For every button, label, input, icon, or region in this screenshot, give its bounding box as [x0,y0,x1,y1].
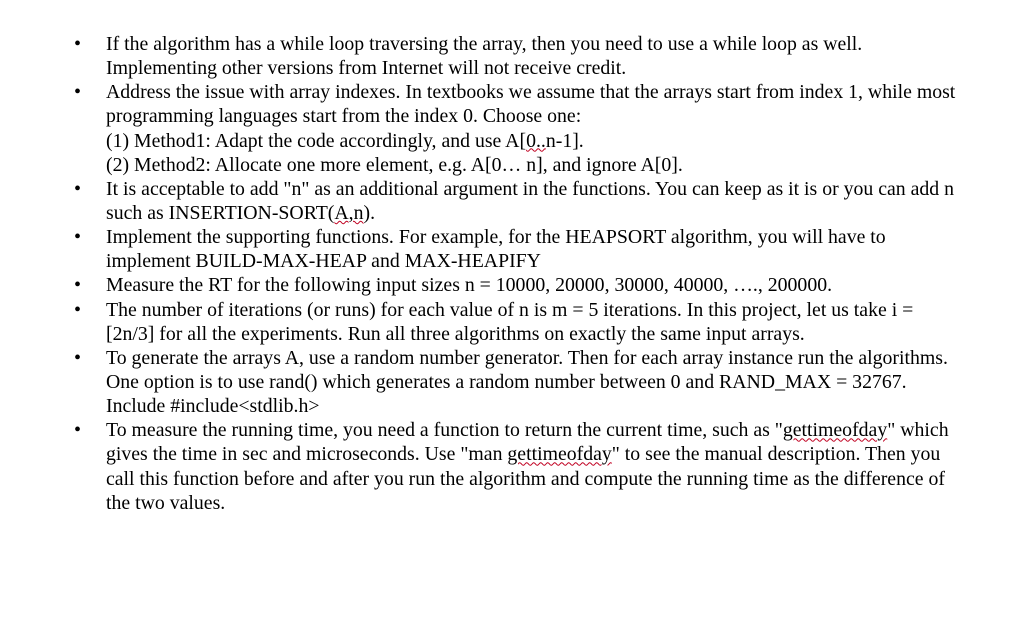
list-item: Measure the RT for the following input s… [60,273,964,297]
text-fragment: It is acceptable to add "n" as an additi… [106,178,954,224]
list-item-text: If the algorithm has a while loop traver… [106,33,862,79]
list-sub-item: (2) Method2: Allocate one more element, … [106,153,964,177]
list-item: If the algorithm has a while loop traver… [60,32,964,80]
list-item-text: Measure the RT for the following input s… [106,274,832,296]
spellcheck-underline: gettimeofday [783,419,887,441]
bullet-list: If the algorithm has a while loop traver… [60,32,964,515]
list-item: Implement the supporting functions. For … [60,225,964,273]
list-sub-item: (1) Method1: Adapt the code accordingly,… [106,129,964,153]
list-item: The number of iterations (or runs) for e… [60,298,964,346]
list-item-text: Implement the supporting functions. For … [106,226,886,272]
list-item: To generate the arrays A, use a random n… [60,346,964,418]
list-item: To measure the running time, you need a … [60,418,964,515]
document-page: If the algorithm has a while loop traver… [0,0,1024,535]
text-fragment: To measure the running time, you need a … [106,419,783,441]
spellcheck-underline: gettimeofday [507,443,611,465]
list-item-text: The number of iterations (or runs) for e… [106,299,913,345]
text-fragment: n-1]. [546,130,584,152]
list-item-text: To generate the arrays A, use a random n… [106,347,948,417]
list-item: It is acceptable to add "n" as an additi… [60,177,964,225]
text-fragment: ). [364,202,376,224]
spellcheck-underline: 0.. [526,130,546,152]
text-fragment: (1) Method1: Adapt the code accordingly,… [106,130,526,152]
list-item: Address the issue with array indexes. In… [60,80,964,177]
spellcheck-underline: A,n [334,202,363,224]
list-item-text: Address the issue with array indexes. In… [106,81,955,127]
